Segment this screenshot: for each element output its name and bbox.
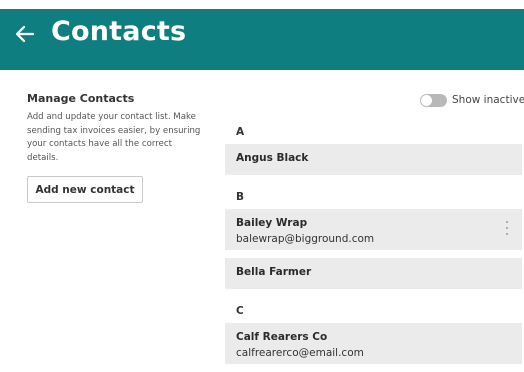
contact-email: balewrap@bigground.com	[236, 233, 375, 245]
contact-row[interactable]: Calf Rearers Co calfrearerco@email.com	[225, 323, 522, 364]
app-header: Contacts	[0, 9, 524, 70]
group-letter-b: B	[236, 191, 245, 203]
contact-name: Bella Farmer	[236, 266, 312, 278]
toggle-knob	[421, 94, 432, 106]
show-inactive-toggle-group[interactable]: Show inactive	[420, 92, 524, 108]
manage-contacts-heading: Manage Contacts	[27, 92, 135, 105]
manage-contacts-description: Add and update your contact list. Make s…	[27, 112, 201, 163]
group-letter-a: A	[236, 126, 245, 138]
contact-list: A Angus Black B Bailey Wrap balewrap@big…	[225, 118, 522, 372]
manage-contacts-panel: Manage Contacts Add and update your cont…	[27, 92, 207, 165]
group-letter-c: C	[236, 305, 244, 317]
more-vertical-icon[interactable]	[503, 221, 511, 235]
show-inactive-label: Show inactive	[452, 94, 524, 106]
add-new-contact-button[interactable]: Add new contact	[27, 176, 143, 203]
back-button[interactable]	[10, 19, 40, 49]
contact-row[interactable]: Bailey Wrap balewrap@bigground.com	[225, 209, 522, 250]
show-inactive-toggle[interactable]	[420, 93, 447, 107]
page-title: Contacts	[51, 16, 187, 47]
contact-name: Bailey Wrap	[236, 217, 308, 229]
top-strip	[0, 0, 524, 9]
contact-name: Angus Black	[236, 152, 309, 164]
contact-name: Calf Rearers Co	[236, 331, 328, 343]
contact-row[interactable]: Angus Black	[225, 144, 522, 175]
contact-row[interactable]: Bella Farmer	[225, 258, 522, 289]
contact-email: calfrearerco@email.com	[236, 347, 364, 359]
arrow-left-icon	[15, 25, 35, 43]
